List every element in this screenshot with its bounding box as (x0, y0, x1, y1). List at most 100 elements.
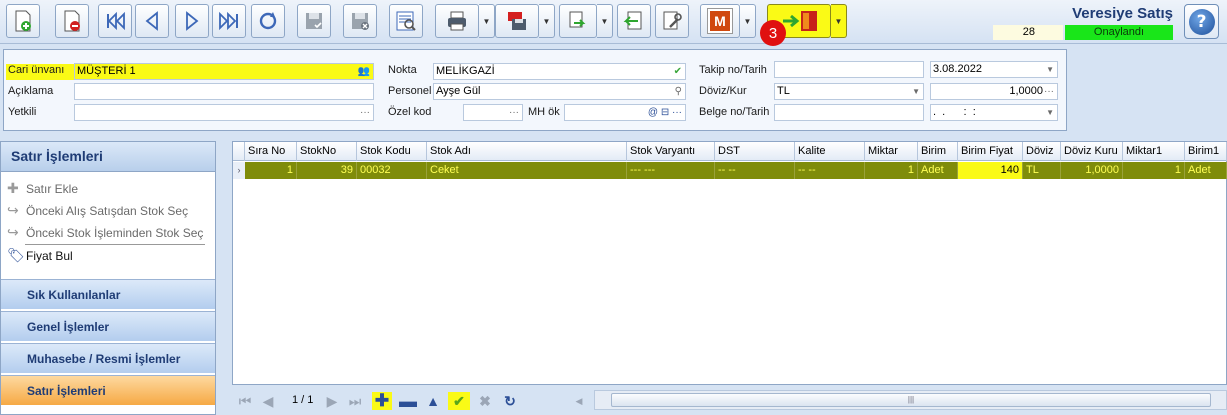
cell-sira-no[interactable]: 1 (245, 162, 297, 179)
column-header[interactable]: Birim1 (1185, 142, 1227, 161)
column-header[interactable]: Miktar (865, 142, 918, 161)
column-header[interactable]: Stok Kodu (357, 142, 427, 161)
preview-button[interactable] (389, 4, 423, 38)
print-button[interactable] (435, 4, 479, 38)
doviz-value: TL (777, 85, 790, 97)
new-record-button[interactable] (6, 4, 40, 38)
nav-prev-icon[interactable]: ◀ (260, 392, 276, 410)
refresh-button[interactable] (251, 4, 285, 38)
nav-cancel-icon[interactable]: ✖ (476, 392, 494, 410)
pdf-export-button[interactable] (495, 4, 539, 38)
aciklama-field[interactable] (74, 83, 374, 100)
tools-icon (663, 11, 682, 30)
cell-doviz[interactable]: TL (1023, 162, 1061, 179)
table-row[interactable]: › 1 39 00032 Ceket --- --- -- -- -- -- 1… (233, 162, 1227, 179)
person-lookup-icon[interactable]: ⚲ (675, 84, 682, 99)
chevron-down-icon[interactable]: ▼ (912, 84, 920, 99)
belge-no-field[interactable] (774, 104, 924, 121)
group-genel-islemler[interactable]: Genel İşlemler (1, 311, 215, 341)
column-header[interactable]: Miktar1 (1123, 142, 1185, 161)
column-header[interactable]: Stok Adı (427, 142, 627, 161)
save-button[interactable] (297, 4, 331, 38)
action-onceki-stok[interactable]: ↪ Önceki Stok İşleminden Stok Seç (1, 222, 215, 244)
cell-stok-adi[interactable]: Ceket (427, 162, 627, 179)
nav-last-icon[interactable]: ⏭ (346, 392, 364, 410)
cell-doviz-kuru[interactable]: 1,0000 (1061, 162, 1123, 179)
action-satir-ekle[interactable]: ✚ Satır Ekle (1, 178, 215, 200)
cell-kalite[interactable]: -- -- (795, 162, 865, 179)
cell-miktar[interactable]: 1 (865, 162, 918, 179)
first-record-icon (107, 11, 125, 31)
column-header[interactable]: Kalite (795, 142, 865, 161)
column-header[interactable]: Stok Varyantı (627, 142, 715, 161)
email-icon[interactable]: @ ⊟ ··· (648, 105, 682, 120)
cell-stok-no[interactable]: 39 (297, 162, 357, 179)
group-satir-islemleri[interactable]: Satır İşlemleri (1, 375, 215, 405)
ellipsis-icon[interactable]: ··· (509, 105, 519, 120)
first-record-button[interactable] (98, 4, 132, 38)
cell-miktar1[interactable]: 1 (1123, 162, 1185, 179)
back-button[interactable] (617, 4, 651, 38)
main-toolbar: ▼ ▼ ▼ M ▼ ▼ Veresiye Satış 28 Onaylandı … (0, 0, 1227, 44)
cari-unvani-field[interactable]: MÜŞTERİ 1 👥 (74, 63, 374, 80)
nav-next-icon[interactable]: ▶ (324, 392, 340, 410)
group-muhasebe[interactable]: Muhasebe / Resmi İşlemler (1, 343, 215, 373)
scroll-left-icon[interactable]: ◀ (572, 392, 586, 410)
column-header[interactable]: Döviz (1023, 142, 1061, 161)
m-button[interactable]: M (700, 4, 740, 38)
doviz-select[interactable]: TL ▼ (774, 83, 924, 100)
pdf-dropdown[interactable]: ▼ (539, 4, 555, 38)
ozel-kod-field[interactable]: ··· (463, 104, 523, 121)
delete-record-button[interactable] (55, 4, 89, 38)
action-fiyat-bul[interactable]: 🏷 Fiyat Bul (1, 245, 215, 267)
group-sik-kullanilanlar[interactable]: Sık Kullanılanlar (1, 279, 215, 309)
cari-unvani-label: Cari ünvanı (6, 64, 74, 80)
prev-record-button[interactable] (135, 4, 169, 38)
horizontal-scrollbar[interactable]: ||| (594, 390, 1227, 410)
cell-stok-varyanti[interactable]: --- --- (627, 162, 715, 179)
nav-first-icon[interactable]: ⏮ (236, 392, 254, 410)
cell-dst[interactable]: -- -- (715, 162, 795, 179)
nokta-field[interactable]: MELİKGAZİ ✔ (433, 63, 686, 80)
yetkili-field[interactable]: ··· (74, 104, 374, 121)
nav-confirm-icon[interactable]: ✔ (448, 392, 470, 410)
nav-up-icon[interactable]: ▲ (424, 392, 442, 410)
cell-birim1[interactable]: Adet (1185, 162, 1227, 179)
nav-remove-icon[interactable]: ▬ (398, 391, 418, 411)
action-onceki-alis-satis[interactable]: ↪ Önceki Alış Satışdan Stok Seç (1, 200, 215, 222)
cell-stok-kodu[interactable]: 00032 (357, 162, 427, 179)
column-header[interactable]: Döviz Kuru (1061, 142, 1123, 161)
tools-button[interactable] (655, 4, 689, 38)
column-header[interactable]: DST (715, 142, 795, 161)
nav-refresh-icon[interactable]: ↻ (500, 392, 520, 410)
cancel-save-button[interactable] (343, 4, 377, 38)
last-record-button[interactable] (212, 4, 246, 38)
exit-dropdown[interactable]: ▼ (831, 4, 847, 38)
print-dropdown[interactable]: ▼ (479, 4, 495, 38)
scroll-thumb[interactable]: ||| (611, 393, 1211, 407)
help-button[interactable]: ? (1184, 4, 1219, 39)
m-dropdown[interactable]: ▼ (740, 4, 756, 38)
kur-field[interactable]: 1,0000 ··· (930, 83, 1058, 100)
ellipsis-icon[interactable]: ··· (1044, 84, 1054, 99)
personel-field[interactable]: Ayşe Gül ⚲ (433, 83, 686, 100)
column-header[interactable]: Birim (918, 142, 958, 161)
cell-birim-fiyat[interactable]: 140 (958, 162, 1023, 179)
mh-ok-field[interactable]: @ ⊟ ··· (564, 104, 686, 121)
column-header[interactable]: StokNo (297, 142, 357, 161)
next-record-button[interactable] (175, 4, 209, 38)
belge-tarih-field[interactable]: . . : : ▼ (930, 104, 1058, 121)
takip-no-field[interactable] (774, 61, 924, 78)
takip-tarih-field[interactable]: 3.08.2022 ▼ (930, 61, 1058, 78)
column-header[interactable]: Birim Fiyat (958, 142, 1023, 161)
grid-header: Sıra No StokNo Stok Kodu Stok Adı Stok V… (233, 142, 1227, 161)
nav-add-icon[interactable]: ✚ (372, 391, 392, 410)
chevron-down-icon[interactable]: ▼ (1046, 105, 1054, 120)
column-header[interactable]: Sıra No (245, 142, 297, 161)
transfer-dropdown[interactable]: ▼ (597, 4, 613, 38)
transfer-button[interactable] (559, 4, 597, 38)
ellipsis-icon[interactable]: ··· (360, 105, 370, 120)
chevron-down-icon[interactable]: ▼ (1046, 62, 1054, 77)
cell-birim[interactable]: Adet (918, 162, 958, 179)
customer-lookup-icon[interactable]: 👥 (358, 64, 370, 79)
